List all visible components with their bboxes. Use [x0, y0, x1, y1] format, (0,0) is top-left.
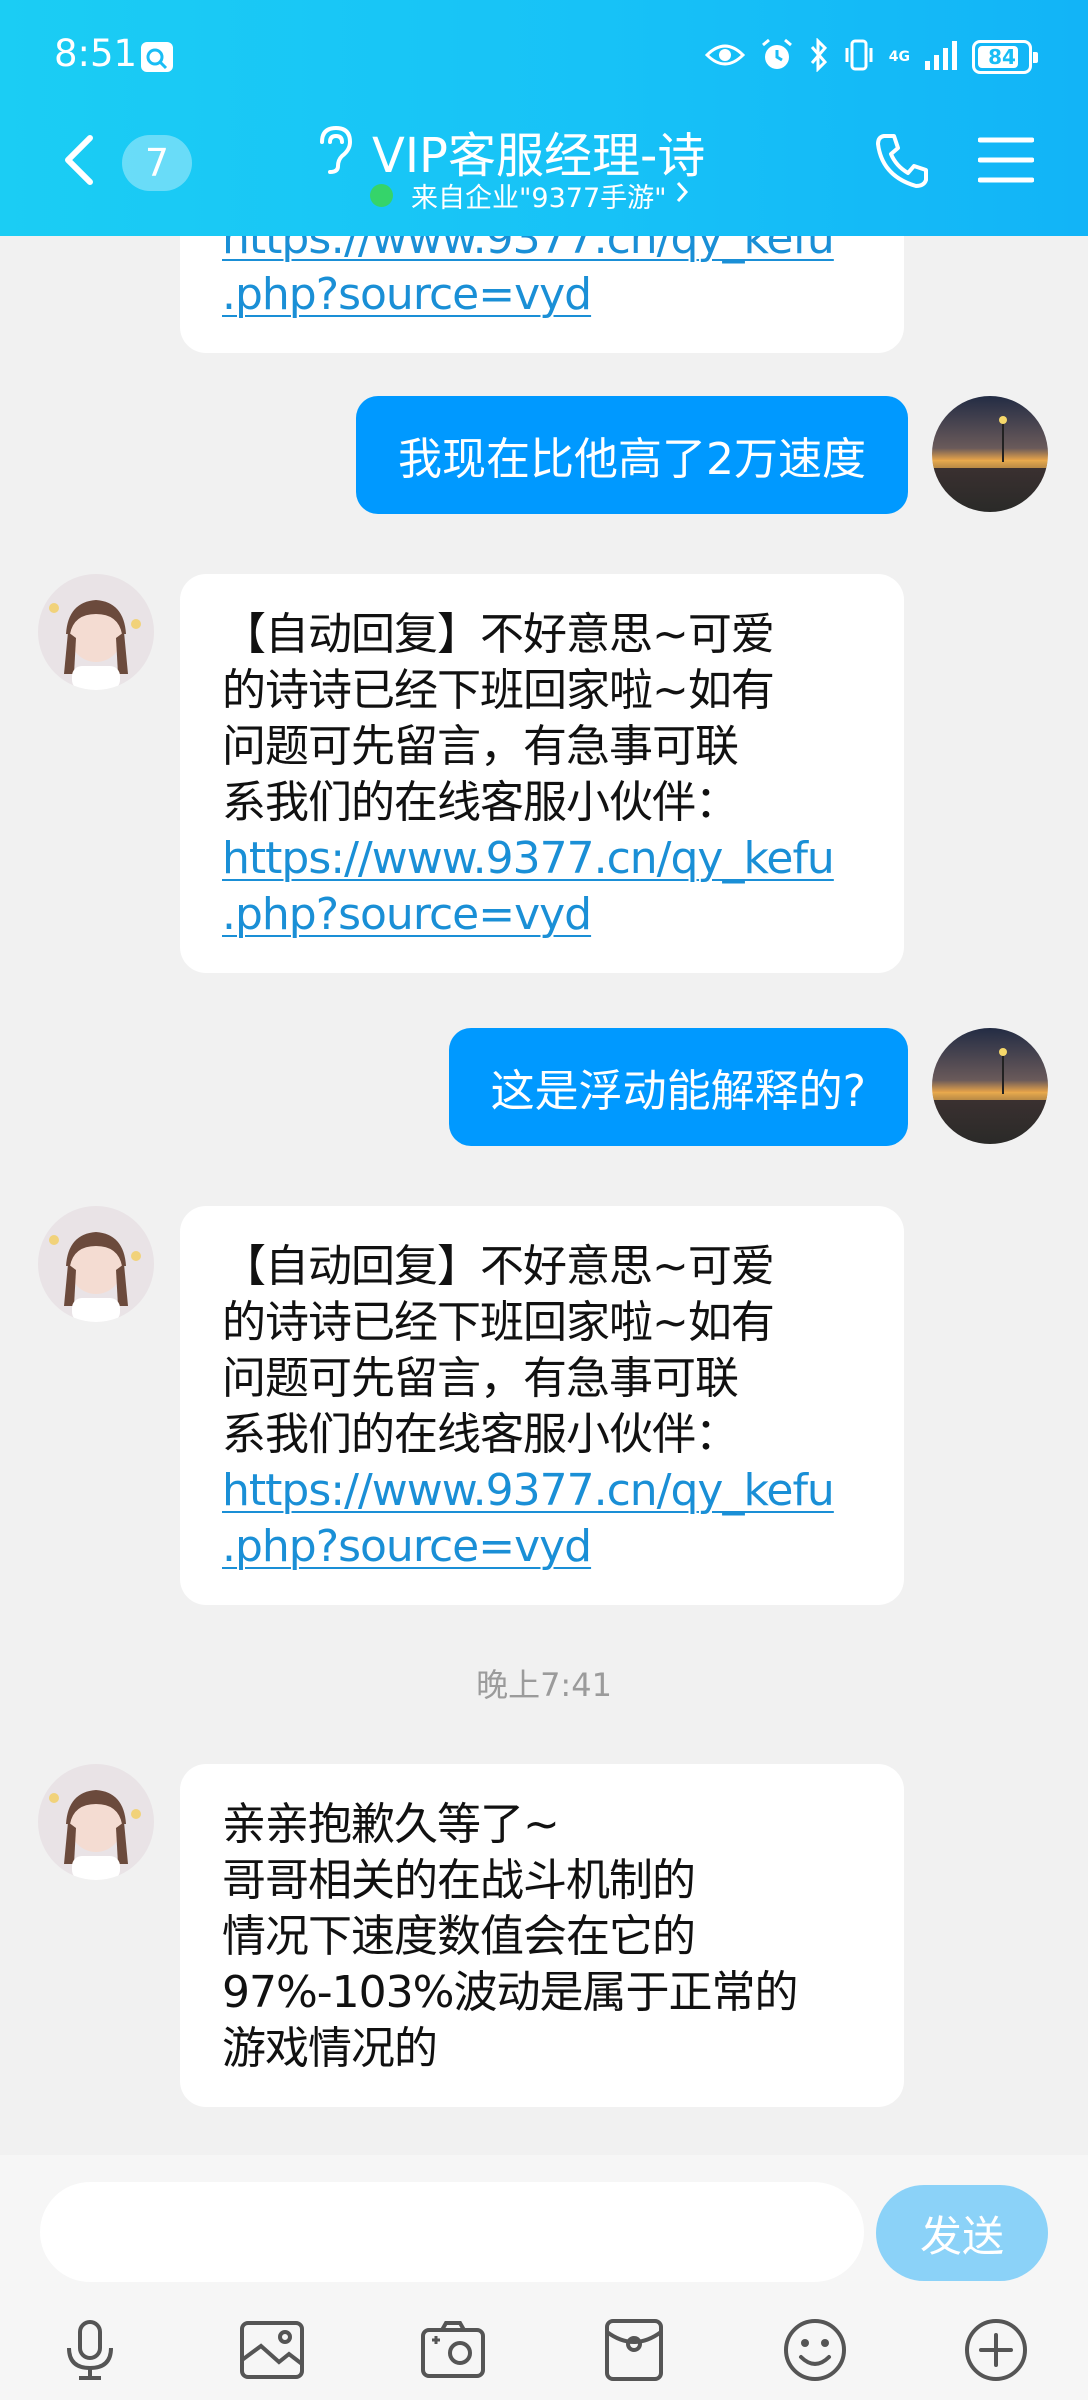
- battery-icon: 84: [972, 40, 1038, 74]
- hamburger-menu-icon[interactable]: [977, 137, 1035, 188]
- chat-screen: { "status_bar": { "time": "8:51", "netwo…: [0, 0, 1088, 2400]
- chevron-right-icon: [675, 180, 689, 211]
- message-bubble-outgoing[interactable]: 我现在比他高了2万速度: [356, 396, 908, 514]
- phone-icon[interactable]: [874, 134, 930, 194]
- user-avatar[interactable]: [932, 396, 1048, 512]
- menu-button[interactable]: [977, 136, 1035, 188]
- message-link[interactable]: https://www.9377.cn/qy_kefu .php?source=…: [222, 831, 864, 943]
- contact-avatar[interactable]: [38, 1206, 154, 1322]
- company-label: 来自企业"9377手游": [411, 183, 667, 214]
- chat-app-icon: [140, 40, 174, 78]
- message-link[interactable]: https://www.9377.cn/qy_kefu .php?source=…: [222, 1463, 864, 1575]
- send-button[interactable]: 发送: [876, 2185, 1048, 2281]
- image-icon[interactable]: [232, 2310, 312, 2390]
- message-text: 【自动回复】不好意思~可爱 的诗诗已经下班回家啦~如有 问题可先留言，有急事可联…: [222, 1241, 775, 1460]
- eye-icon: [704, 41, 745, 73]
- plus-icon[interactable]: [956, 2310, 1036, 2390]
- red-packet-icon[interactable]: [594, 2310, 674, 2390]
- signal-icon: [924, 39, 958, 75]
- camera-icon[interactable]: [413, 2310, 493, 2390]
- back-button[interactable]: [60, 132, 96, 192]
- message-bubble-incoming[interactable]: 亲亲抱歉久等了~ 哥哥相关的在战斗机制的 情况下速度数值会在它的 97%-103…: [180, 1764, 904, 2107]
- ear-icon[interactable]: [312, 124, 356, 180]
- unread-count-badge[interactable]: 7: [122, 135, 192, 191]
- message-bubble-outgoing[interactable]: 这是浮动能解释的?: [448, 1028, 908, 1146]
- chevron-left-icon[interactable]: [60, 135, 96, 192]
- message-bubble-incoming[interactable]: 【自动回复】不好意思~可爱 的诗诗已经下班回家啦~如有 问题可先留言，有急事可联…: [180, 1206, 904, 1605]
- message-input[interactable]: [40, 2182, 864, 2282]
- status-icons: 4G 84: [704, 32, 1038, 82]
- message-list[interactable]: https://www.9377.cn/qy_kefu .php?source=…: [0, 0, 1088, 2155]
- alarm-icon: [759, 37, 795, 77]
- contact-avatar[interactable]: [38, 1764, 154, 1880]
- microphone-icon[interactable]: [50, 2310, 130, 2390]
- message-text: 亲亲抱歉久等了~ 哥哥相关的在战斗机制的 情况下速度数值会在它的 97%-103…: [222, 1799, 798, 2074]
- emoji-icon[interactable]: [775, 2310, 855, 2390]
- bluetooth-icon: [809, 37, 829, 76]
- chat-header: 8:51 4G 84 7 VIP客服经理-诗 来自企业"9377手游": [0, 0, 1088, 236]
- message-text: 我现在比他高了2万速度: [398, 434, 866, 485]
- call-button[interactable]: [874, 132, 930, 194]
- contact-avatar[interactable]: [38, 574, 154, 690]
- vibrate-icon: [843, 38, 875, 76]
- user-avatar[interactable]: [932, 1028, 1048, 1144]
- network-type: 4G: [888, 48, 910, 65]
- message-bubble-incoming[interactable]: 【自动回复】不好意思~可爱 的诗诗已经下班回家啦~如有 问题可先留言，有急事可联…: [180, 574, 904, 973]
- chat-subtitle[interactable]: 来自企业"9377手游": [370, 176, 689, 215]
- online-status-dot: [370, 184, 393, 207]
- message-text: 【自动回复】不好意思~可爱 的诗诗已经下班回家啦~如有 问题可先留言，有急事可联…: [222, 609, 775, 828]
- message-timestamp: 晚上7:41: [476, 1666, 612, 1704]
- message-text: 这是浮动能解释的?: [490, 1066, 866, 1117]
- battery-level: 84: [988, 45, 1016, 69]
- status-time: 8:51: [54, 32, 138, 75]
